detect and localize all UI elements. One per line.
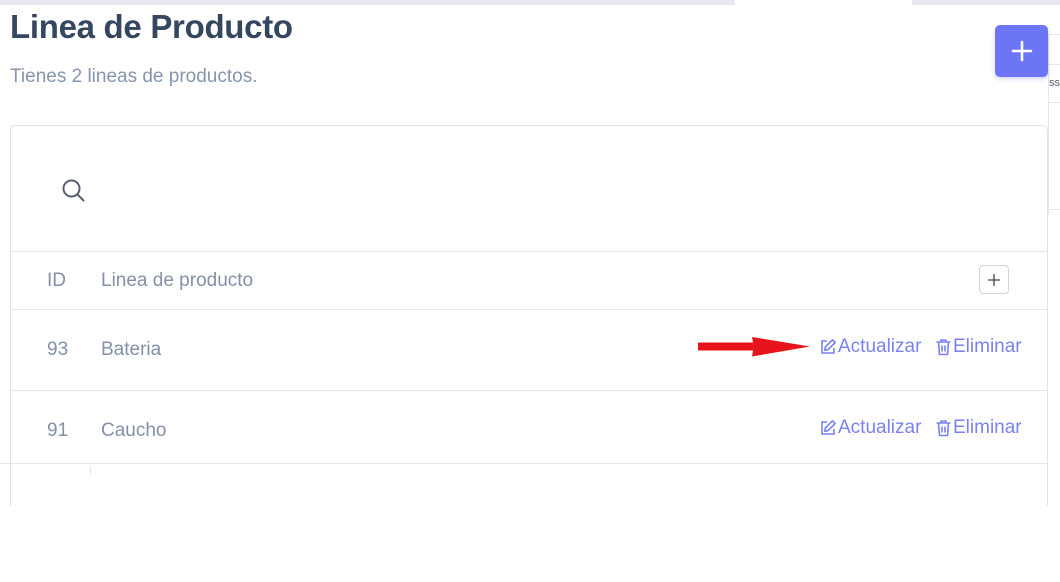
search-icon[interactable] — [61, 178, 86, 203]
page-title: Linea de Producto — [10, 8, 293, 45]
delete-button[interactable]: Eliminar — [935, 336, 1022, 358]
row-id: 91 — [47, 420, 69, 441]
top-strip — [0, 0, 735, 5]
row-name: Caucho — [101, 420, 167, 441]
search-input[interactable] — [101, 172, 805, 208]
row-id: 93 — [47, 339, 69, 360]
page-subtitle: Tienes 2 lineas de productos. — [10, 66, 258, 87]
trash-icon — [936, 339, 951, 356]
search-bar — [11, 126, 1047, 252]
red-arrow-icon — [698, 337, 810, 357]
table-row: 91 Caucho Actualizar Eliminar — [11, 391, 1047, 471]
divider — [90, 466, 91, 474]
divider — [1049, 64, 1060, 65]
update-label: Actualizar — [838, 336, 922, 357]
trash-icon — [936, 420, 951, 437]
column-header-id: ID — [47, 270, 66, 291]
adjacent-panel-edge: ss — [1048, 34, 1060, 214]
plus-icon — [988, 273, 1000, 286]
update-button[interactable]: Actualizar — [819, 417, 921, 439]
table-header: ID Linea de producto — [11, 252, 1047, 310]
row-name: Bateria — [101, 339, 162, 360]
divider — [1049, 102, 1060, 103]
add-product-line-button[interactable] — [995, 25, 1048, 77]
divider — [0, 463, 1048, 464]
delete-button[interactable]: Eliminar — [935, 417, 1022, 439]
edit-icon — [821, 420, 836, 435]
expand-button[interactable] — [979, 265, 1009, 294]
update-button[interactable]: Actualizar — [819, 336, 921, 358]
delete-label: Eliminar — [953, 336, 1022, 357]
update-label: Actualizar — [838, 417, 922, 438]
plus-icon — [1011, 40, 1032, 62]
column-header-name: Linea de producto — [101, 270, 254, 291]
adjacent-text-fragment: ss — [1049, 77, 1060, 89]
table-row: 93 Bateria Actualizar Eliminar — [11, 310, 1047, 391]
product-lines-table-card: ID Linea de producto 93 Bateria Actualiz… — [10, 125, 1048, 506]
delete-label: Eliminar — [953, 417, 1022, 438]
edit-icon — [821, 339, 836, 354]
divider — [1049, 34, 1060, 35]
divider — [1049, 209, 1060, 210]
top-strip — [912, 0, 1060, 5]
